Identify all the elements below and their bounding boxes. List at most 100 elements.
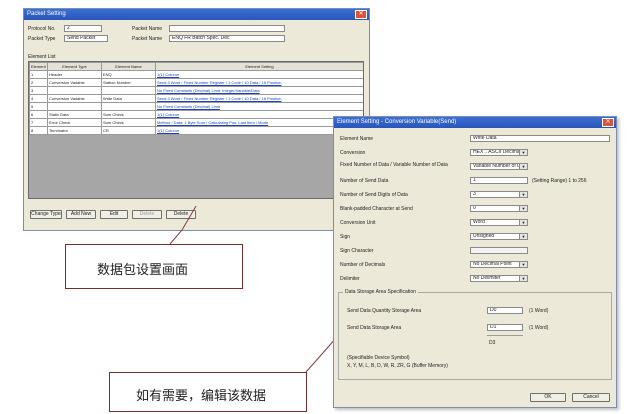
column-header-element-no[interactable]: Element No. — [29, 62, 48, 71]
table-row[interactable]: 6 Static Data Sum Check 1(1) Column — [29, 110, 363, 119]
element-name-cell: Sum Check — [101, 110, 156, 119]
sign-select[interactable]: Unsigned ▼ — [470, 233, 528, 240]
packet-screen-caption: 数据包设置画面 — [97, 263, 189, 278]
column-header-element-name[interactable]: Element Name — [101, 62, 156, 71]
add-new-button[interactable]: Add New — [66, 210, 96, 219]
send-data-area-input[interactable]: D1 — [487, 324, 523, 331]
sign-character-input[interactable] — [470, 247, 528, 254]
element-setting-link[interactable]: No Fixed Constants (Decimal) Limit: Inte… — [155, 86, 363, 95]
send-quantity-area-label: Send Data Quantity Storage Area — [347, 308, 422, 314]
packet-type-label: Packet Type — [28, 36, 56, 42]
conversion-unit-label: Conversion Unit — [340, 220, 376, 226]
chevron-down-icon[interactable]: ▼ — [519, 150, 527, 155]
element-setting-link[interactable]: Send:3 Word / Fixed Number Register / 1 … — [155, 94, 363, 103]
edit-data-callout: 如有需要，编辑该数据 — [109, 372, 307, 412]
edit-callout-leader — [305, 337, 337, 373]
packet-name-top-field[interactable] — [169, 25, 285, 32]
element-setting-link[interactable]: 1(1) Column — [155, 70, 363, 79]
conversion-unit-value: Word — [473, 219, 485, 225]
delimiter-label: Delimiter — [340, 276, 360, 282]
element-name-label: Element Name — [340, 136, 374, 142]
element-no-cell: 8 — [29, 126, 48, 135]
column-header-element-setting[interactable]: Element Setting — [155, 62, 363, 71]
table-row[interactable]: 4 Conversion Variable Write Data Send:3 Wor… — [29, 94, 363, 103]
element-type-cell: Static Data — [47, 110, 102, 119]
element-list-panel[interactable]: Element No. Element Type Element Name El… — [28, 61, 364, 199]
edit-button[interactable]: Edit — [100, 210, 128, 219]
send-data-area-unit: (1 Word) — [529, 325, 549, 331]
packet-name-field[interactable]: ENQ FR Batch Spec. Dec — [169, 35, 285, 42]
table-row[interactable]: 5 No Fixed Constants (Decimal) Limit — [29, 102, 363, 111]
element-type-cell — [47, 102, 102, 111]
data-storage-group-title: Data Storage Area Specification — [343, 289, 418, 295]
device-symbol-label: (Specifiable Device Symbol) — [347, 355, 410, 361]
element-no-cell: 6 — [29, 110, 48, 119]
packet-type-field[interactable]: Send Packet — [64, 35, 108, 42]
element-name-cell: ENQ — [101, 70, 156, 79]
table-row[interactable]: 7 Error Check Sum Check Method / Data: 1 By… — [29, 118, 363, 127]
column-header-element-type[interactable]: Element Type — [47, 62, 102, 71]
element-setting-link[interactable]: Send:3 Word / Fixed Number Register / 1 … — [155, 78, 363, 87]
send-data-count-input[interactable]: 1 — [470, 177, 528, 184]
packet-name-label: Packet Name — [132, 26, 163, 32]
element-type-cell: Terminator — [47, 126, 102, 135]
cancel-button[interactable]: Cancel — [572, 393, 610, 402]
conversion-unit-select[interactable]: Word ▼ — [470, 219, 528, 226]
table-row[interactable]: 3 No Fixed Constants (Decimal) Limit: Int… — [29, 86, 363, 95]
chevron-down-icon[interactable]: ▼ — [519, 164, 527, 169]
change-type-button[interactable]: Change Type — [30, 210, 62, 219]
send-quantity-area-input[interactable]: D0 — [487, 307, 523, 314]
blank-padded-select[interactable]: 0 ▼ — [470, 205, 528, 212]
fixed-variable-select[interactable]: Variable Number of Data ▼ — [470, 163, 528, 170]
element-list-label: Element List — [28, 54, 56, 60]
element-type-cell: Conversion Variable — [47, 78, 102, 87]
sign-value: Unsigned — [473, 233, 495, 239]
send-digits-label: Number of Send Digits of Data — [340, 192, 408, 198]
decimals-select[interactable]: No Decimal Point ▼ — [470, 261, 528, 268]
setting-range-label: (Setting Range) 1 to 256 — [532, 178, 587, 184]
protocol-no-field[interactable]: 2 — [64, 25, 102, 32]
send-data-count-label: Number of Send Data — [340, 178, 389, 184]
element-table[interactable]: Element No. Element Type Element Name El… — [29, 62, 363, 135]
element-no-cell: 5 — [29, 102, 48, 111]
packet-setting-window: Packet Setting ✕ Protocol No. 2 Packet T… — [23, 8, 370, 231]
ok-button[interactable]: OK — [530, 393, 566, 402]
element-window-titlebar: Element Setting - Conversion Variable(Se… — [334, 117, 616, 128]
table-row[interactable]: 2 Conversion Variable Station Number Send:3… — [29, 78, 363, 87]
element-setting-link[interactable]: No Fixed Constants (Decimal) Limit — [155, 102, 363, 111]
conversion-select[interactable]: HEX→ASCII Decimal ▼ — [470, 149, 528, 156]
sign-label: Sign — [340, 234, 351, 240]
fixed-variable-label: Fixed Number of Data / Variable Number o… — [340, 162, 448, 168]
data-storage-group: Data Storage Area Specification Send Dat… — [338, 289, 612, 380]
chevron-down-icon[interactable]: ▼ — [519, 192, 527, 197]
chevron-down-icon[interactable]: ▼ — [519, 276, 527, 281]
device-symbol-list: X, Y, M, L, B, D, W, R, ZR, G (Buffer Me… — [347, 363, 448, 369]
packet-name-label-2: Packet Name — [132, 36, 163, 42]
send-digits-select[interactable]: 3 ▼ — [470, 191, 528, 198]
element-no-cell: 4 — [29, 94, 48, 103]
conversion-value: HEX→ASCII Decimal — [473, 149, 521, 155]
delete-button[interactable]: Delete — [166, 210, 196, 219]
decimals-label: Number of Decimals — [340, 262, 386, 268]
packet-window-titlebar: Packet Setting ✕ — [24, 9, 369, 20]
element-name-input[interactable]: Write Data — [470, 135, 610, 142]
element-name-cell: Station Number — [101, 78, 156, 87]
delete-button-disabled: Delete — [132, 210, 162, 219]
element-type-cell: Error Check — [47, 118, 102, 127]
table-row[interactable]: 1 Header ENQ 1(1) Column — [29, 70, 363, 79]
chevron-down-icon[interactable]: ▼ — [519, 206, 527, 211]
send-data-area-label: Send Data Storage Area — [347, 325, 402, 331]
close-icon[interactable]: ✕ — [355, 10, 367, 19]
delimiter-select[interactable]: No Delimiter ▼ — [470, 275, 528, 282]
close-icon[interactable]: ✕ — [602, 118, 614, 127]
sign-character-label: Sign Character — [340, 248, 374, 254]
chevron-down-icon[interactable]: ▼ — [519, 234, 527, 239]
packet-screen-callout: 数据包设置画面 — [65, 244, 243, 289]
send-digits-value: 3 — [473, 191, 476, 197]
chevron-down-icon[interactable]: ▼ — [519, 220, 527, 225]
table-row[interactable]: 8 Terminator CR 1(1) Column — [29, 126, 363, 135]
send-data-area-end: D3 — [489, 340, 496, 346]
chevron-down-icon[interactable]: ▼ — [519, 262, 527, 267]
blank-padded-value: 0 — [473, 205, 476, 211]
send-quantity-area-unit: (1 Word) — [529, 308, 549, 314]
